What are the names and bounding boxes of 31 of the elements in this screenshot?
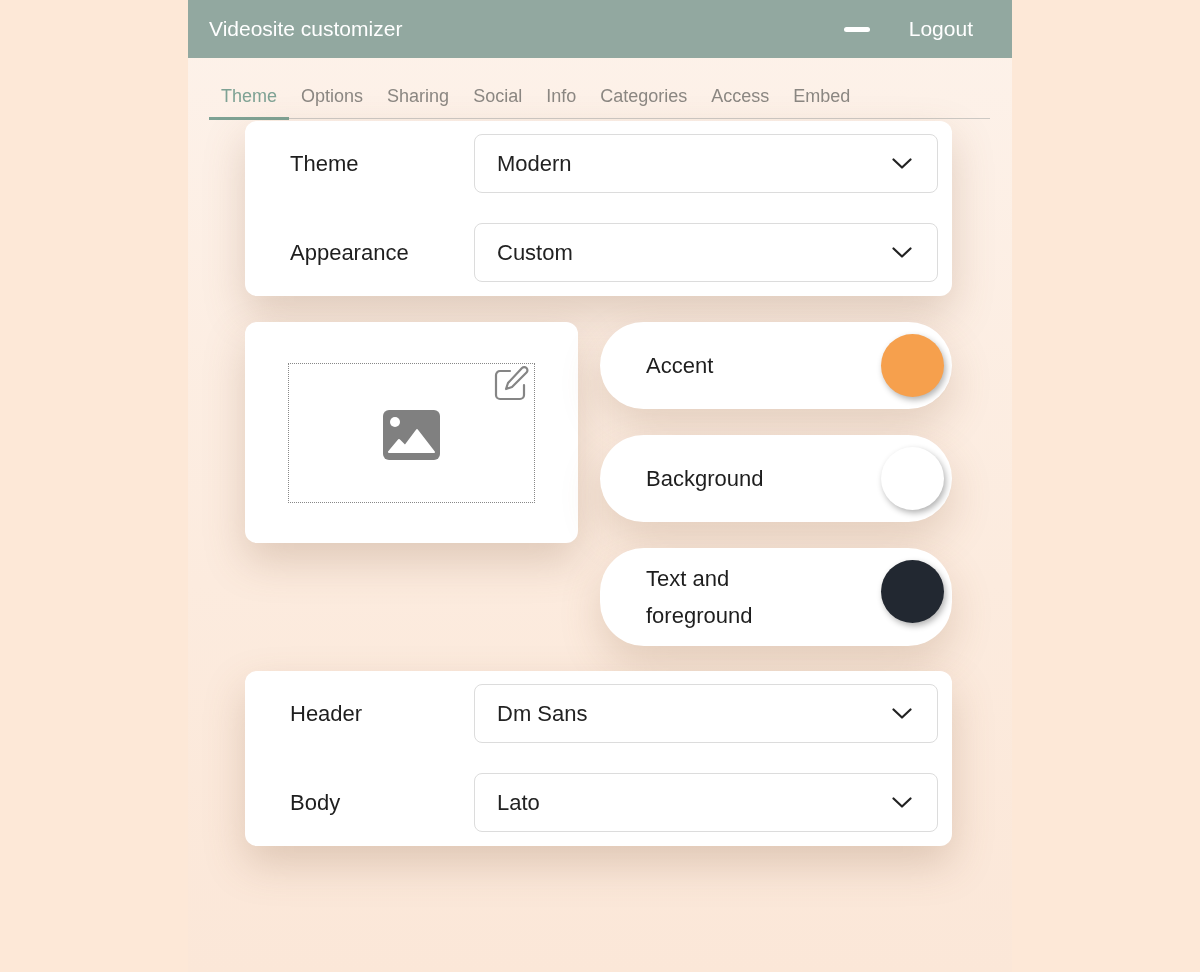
chevron-down-icon: [892, 158, 912, 169]
chevron-down-icon: [892, 797, 912, 808]
minus-icon[interactable]: [843, 26, 870, 32]
field-label: Theme: [290, 150, 360, 177]
color-swatch-icon[interactable]: [881, 334, 944, 397]
dropdown[interactable]: Custom: [474, 223, 938, 282]
dropdown[interactable]: Lato: [474, 773, 938, 832]
tab[interactable]: Info: [534, 86, 589, 120]
tab[interactable]: Embed: [781, 86, 863, 120]
color-label: Accent: [646, 352, 714, 380]
color-label: Text and foreground: [646, 565, 754, 630]
field-label: Body: [290, 789, 342, 816]
color-label: Background: [646, 465, 764, 493]
chevron-down-icon: [892, 247, 912, 258]
tab[interactable]: Options: [289, 86, 376, 120]
logout-button[interactable]: Logout: [908, 17, 973, 41]
tab[interactable]: Access: [699, 86, 782, 120]
tab[interactable]: Sharing: [375, 86, 462, 120]
app-title: Videosite customizer: [209, 17, 403, 41]
color-swatch-icon[interactable]: [881, 560, 944, 623]
tab[interactable]: Social: [461, 86, 535, 120]
chevron-down-icon: [892, 708, 912, 719]
edit-icon[interactable]: [494, 365, 530, 401]
dropdown[interactable]: Modern: [474, 134, 938, 193]
field-label: Header: [290, 700, 364, 727]
tab[interactable]: Categories: [588, 86, 700, 120]
field-label: Appearance: [290, 239, 410, 266]
dropdown[interactable]: Dm Sans: [474, 684, 938, 743]
image-drop-area[interactable]: [288, 363, 535, 503]
color-swatch-icon[interactable]: [881, 447, 944, 510]
image-icon: [383, 410, 440, 460]
